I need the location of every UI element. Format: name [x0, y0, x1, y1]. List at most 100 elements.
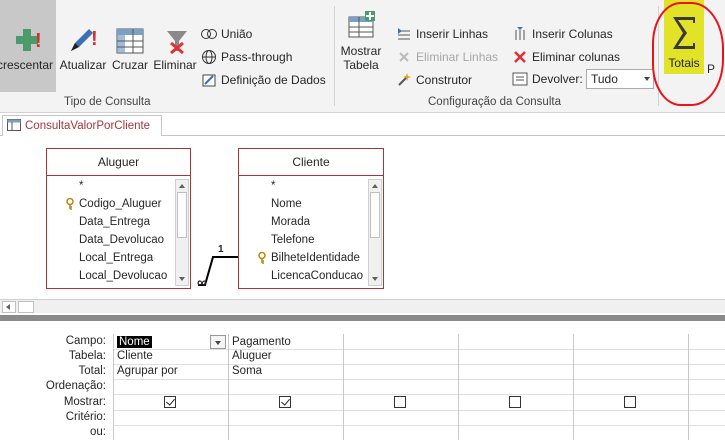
grid-campo-cell[interactable]: Pagamento	[229, 335, 291, 350]
append-icon: !	[13, 0, 43, 58]
svg-text:!: !	[35, 30, 42, 52]
cruzar-label: Cruzar	[111, 58, 148, 72]
grid-column-divider	[458, 334, 459, 440]
field-item[interactable]: Telefone	[239, 231, 367, 249]
grid-tabela-cell[interactable]: Cliente	[114, 349, 153, 364]
delete-rows-icon	[396, 49, 412, 65]
construtor-label: Construtor	[416, 73, 473, 87]
table-cliente-fields: * Nome Morada Telefone BilheteIdentidade…	[239, 177, 367, 288]
table-cliente-title[interactable]: Cliente	[239, 149, 383, 176]
row-label-criterio: Critério:	[65, 411, 106, 423]
eliminar-label: Eliminar	[153, 58, 197, 72]
eliminar-linhas-label: Eliminar Linhas	[416, 50, 499, 64]
grid-tabela-cell[interactable]: Aluguer	[229, 349, 272, 364]
definicao-dados-button[interactable]: Definição de Dados	[201, 70, 326, 90]
mostrar-tabela-button[interactable]: Mostrar Tabela	[338, 0, 384, 92]
grid-total-cell[interactable]: Agrupar por	[114, 364, 178, 379]
grid-campo-cell[interactable]: Nome	[114, 335, 152, 350]
field-item[interactable]: *	[239, 177, 367, 195]
highlight-annotation	[652, 2, 724, 106]
table-aluguer-title[interactable]: Aluguer	[47, 149, 190, 176]
row-label-ou: ou:	[90, 426, 106, 438]
uniao-label: União	[221, 27, 253, 41]
grid-column-divider	[573, 334, 574, 440]
table-cliente[interactable]: Cliente * Nome Morada Telefone BilheteId…	[238, 148, 384, 289]
relation-one-label: 1	[218, 244, 224, 255]
eliminar-linhas-button[interactable]: Eliminar Linhas	[396, 47, 498, 67]
field-item[interactable]: Nome	[239, 195, 367, 213]
update-pencil-icon: !	[67, 0, 99, 58]
scroll-left-icon[interactable]	[2, 301, 16, 313]
row-label-campo: Campo:	[65, 335, 106, 347]
design-hscrollbar[interactable]	[0, 299, 725, 313]
scroll-down-icon	[372, 277, 378, 281]
devolver-control: Devolver:	[512, 69, 583, 89]
campo-dropdown-icon[interactable]	[210, 335, 226, 349]
inserir-linhas-label: Inserir Linhas	[416, 27, 489, 41]
grid-line	[113, 410, 725, 411]
mostrar-checkbox[interactable]	[164, 396, 176, 408]
table-aluguer-fields: * Codigo_Aluguer Data_Entrega Data_Devol…	[47, 177, 174, 288]
field-item[interactable]: Local_Devolucao	[47, 267, 174, 285]
cruzar-button[interactable]: Cruzar	[110, 0, 150, 92]
field-item[interactable]: Data_Entrega	[47, 213, 174, 231]
grid-line	[113, 379, 725, 380]
passthrough-label: Pass-through	[221, 50, 293, 64]
construtor-button[interactable]: Construtor	[396, 70, 472, 90]
field-item-key[interactable]: BilheteIdentidade	[239, 249, 367, 267]
field-item-key[interactable]: Codigo_Aluguer	[47, 195, 174, 213]
campo-value: Nome	[117, 336, 152, 348]
query-tab-label: ConsultaValorPorCliente	[25, 120, 151, 132]
devolver-value: Tudo	[591, 72, 618, 86]
delete-columns-icon	[512, 49, 528, 65]
mostrar-checkbox[interactable]	[624, 396, 636, 408]
mostrar-checkbox[interactable]	[279, 396, 291, 408]
acrescentar-button[interactable]: ! crescentar	[0, 0, 56, 92]
inserir-linhas-button[interactable]: Inserir Linhas	[396, 24, 488, 44]
row-label-mostrar: Mostrar:	[63, 396, 106, 408]
devolver-label: Devolver:	[532, 72, 583, 86]
relation-many-label: ∞	[197, 274, 207, 290]
field-item[interactable]: *	[47, 177, 174, 195]
mostrar-checkbox[interactable]	[394, 396, 406, 408]
query-design-area[interactable]: Aluguer * Codigo_Aluguer Data_Entrega Da…	[0, 137, 725, 313]
pane-splitter[interactable]	[0, 315, 725, 321]
scroll-thumb[interactable]	[370, 192, 380, 238]
grid-line	[113, 349, 725, 350]
field-item[interactable]: Morada	[239, 213, 367, 231]
grid-column-divider	[343, 334, 344, 440]
table-cliente-scrollbar[interactable]	[368, 179, 382, 286]
inserir-colunas-label: Inserir Colunas	[532, 27, 613, 41]
table-aluguer-scrollbar[interactable]	[175, 179, 189, 286]
query-design-grid: Campo: Tabela: Total: Ordenação: Mostrar…	[0, 322, 725, 440]
field-item[interactable]: LicencaConducao	[239, 267, 367, 285]
insert-columns-icon	[512, 26, 528, 42]
scroll-thumb[interactable]	[177, 192, 187, 238]
group-tipo-consulta-label: Tipo de Consulta	[64, 96, 151, 108]
grid-line	[113, 364, 725, 365]
eliminar-button[interactable]: Eliminar	[152, 0, 198, 92]
uniao-button[interactable]: União	[201, 24, 252, 44]
show-table-icon	[345, 0, 377, 44]
data-definition-icon	[201, 72, 217, 88]
delete-query-icon	[161, 0, 189, 58]
scroll-thumb[interactable]	[18, 301, 34, 313]
scroll-up-icon	[372, 184, 378, 188]
atualizar-label: Atualizar	[59, 58, 107, 72]
inserir-colunas-button[interactable]: Inserir Colunas	[512, 24, 613, 44]
globe-icon	[201, 49, 217, 65]
devolver-select[interactable]: Tudo	[586, 69, 654, 89]
eliminar-colunas-button[interactable]: Eliminar colunas	[512, 47, 620, 67]
grid-total-cell[interactable]: Soma	[229, 364, 262, 379]
mostrar-tabela-label-1: Mostrar	[340, 44, 382, 58]
field-item[interactable]: Data_Devolucao	[47, 231, 174, 249]
query-icon	[7, 118, 21, 134]
row-label-ordenacao: Ordenação:	[45, 380, 106, 392]
field-label: BilheteIdentidade	[271, 252, 360, 264]
mostrar-checkbox[interactable]	[509, 396, 521, 408]
field-item[interactable]: Local_Entrega	[47, 249, 174, 267]
atualizar-button[interactable]: ! Atualizar	[58, 0, 108, 92]
passthrough-button[interactable]: Pass-through	[201, 47, 292, 67]
query-tab[interactable]: ConsultaValorPorCliente	[2, 115, 162, 136]
table-aluguer[interactable]: Aluguer * Codigo_Aluguer Data_Entrega Da…	[46, 148, 191, 289]
